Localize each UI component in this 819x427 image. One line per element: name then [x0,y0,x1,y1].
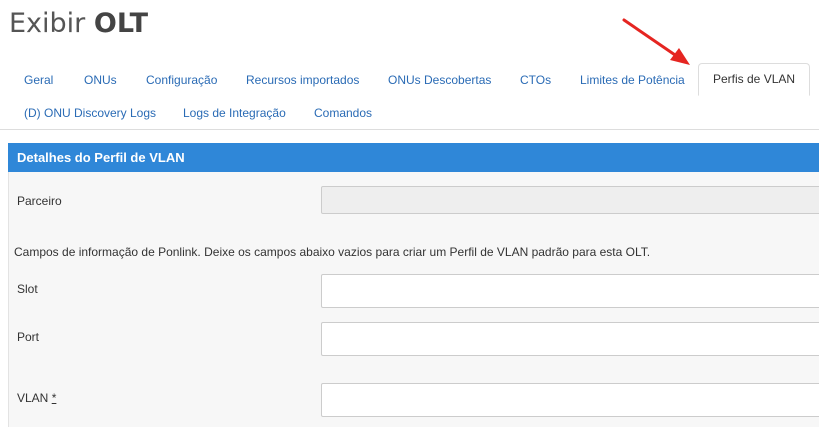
ponlink-info-text: Campos de informação de Ponlink. Deixe o… [14,245,651,259]
tab-comandos[interactable]: Comandos [314,106,372,120]
page-title: Exibir OLT [9,6,148,42]
vlan-label: VLAN * [17,391,56,405]
required-mark: * [51,391,57,405]
vlan-field[interactable] [321,383,819,417]
tab-geral[interactable]: Geral [24,73,53,87]
parceiro-label: Parceiro [17,194,62,208]
tab-recursos-importados[interactable]: Recursos importados [246,73,359,87]
tab-configuracao[interactable]: Configuração [146,73,217,87]
parceiro-field[interactable] [321,186,819,214]
page-title-prefix: Exibir [9,8,86,39]
page-title-strong: OLT [93,8,148,39]
tab-ctos[interactable]: CTOs [520,73,551,87]
slot-field[interactable] [321,274,819,308]
tab-onus-descobertas[interactable]: ONUs Descobertas [388,73,491,87]
tab-logs-de-integracao[interactable]: Logs de Integração [183,106,286,120]
tab-limites-de-potencia[interactable]: Limites de Potência [580,73,685,87]
tab-onus[interactable]: ONUs [84,73,117,87]
tab-bar: Geral ONUs Configuração Recursos importa… [0,63,819,130]
tab-perfis-de-vlan[interactable]: Perfis de VLAN [698,63,811,96]
tab-onu-discovery-logs[interactable]: (D) ONU Discovery Logs [24,106,156,120]
port-field[interactable] [321,322,819,356]
slot-label: Slot [17,282,38,296]
panel-header: Detalhes do Perfil de VLAN [8,143,819,172]
vlan-label-text: VLAN [17,391,49,405]
port-label: Port [17,330,40,344]
